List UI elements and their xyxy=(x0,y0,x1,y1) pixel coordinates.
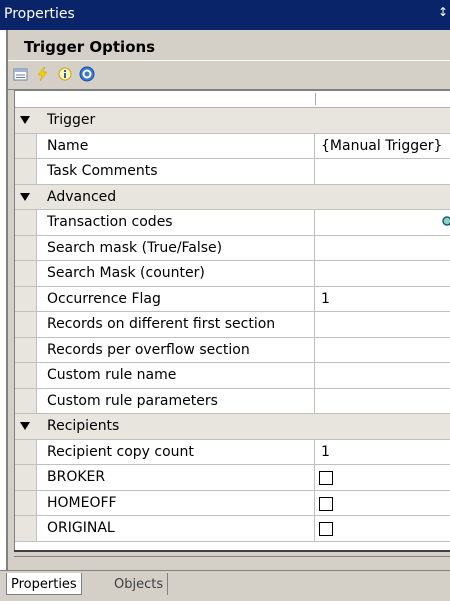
info-icon[interactable] xyxy=(56,65,74,83)
row-gutter xyxy=(15,133,37,158)
property-grid: Trigger Name {Manual Trigger} Task Comments… xyxy=(14,90,450,551)
row-gutter xyxy=(15,261,37,286)
property-label: Recipient copy count xyxy=(47,443,194,460)
row-gutter xyxy=(15,210,37,235)
row-gutter xyxy=(15,337,37,362)
row-gutter xyxy=(15,439,37,464)
property-row[interactable]: BROKER xyxy=(15,465,450,491)
window-title: Properties xyxy=(4,6,75,22)
property-label: HOMEOFF xyxy=(47,494,117,511)
search-icon[interactable] xyxy=(441,215,450,233)
collapse-triangle-icon[interactable] xyxy=(20,192,30,201)
property-row[interactable]: Records on different first section xyxy=(15,312,450,338)
property-row[interactable]: Records per overflow section xyxy=(15,337,450,363)
property-label: Name xyxy=(47,137,89,154)
panel-title: Trigger Options xyxy=(24,38,156,56)
property-row[interactable]: HOMEOFF xyxy=(15,490,450,516)
property-row[interactable]: Search mask (True/False) xyxy=(15,235,450,261)
help-icon[interactable] xyxy=(78,65,96,83)
property-value[interactable]: 1 xyxy=(321,291,330,307)
property-row[interactable]: Search Mask (counter) xyxy=(15,261,450,287)
checkbox[interactable] xyxy=(319,471,333,485)
properties-panel: Trigger Options Trigger Name {Manual Trigg… xyxy=(6,30,450,570)
row-gutter xyxy=(15,465,37,490)
property-label: Custom rule name xyxy=(47,367,177,383)
property-row[interactable]: Transaction codes xyxy=(15,210,450,236)
row-gutter xyxy=(15,490,37,515)
property-label: Records per overflow section xyxy=(47,341,250,358)
property-row[interactable]: Occurrence Flag 1 xyxy=(15,286,450,312)
row-gutter xyxy=(15,235,37,260)
property-label: Records on different first section xyxy=(47,316,276,332)
toolbar xyxy=(8,60,450,90)
property-row[interactable]: Name {Manual Trigger} xyxy=(15,133,450,159)
row-gutter xyxy=(15,363,37,388)
pin-icon[interactable]: ↕ xyxy=(438,5,448,19)
grid-header xyxy=(15,91,450,108)
grid-bottom-border xyxy=(14,550,450,557)
property-label: Occurrence Flag xyxy=(47,290,161,307)
property-row[interactable]: ORIGINAL xyxy=(15,516,450,542)
categorized-icon[interactable] xyxy=(12,65,30,83)
property-label: Custom rule parameters xyxy=(47,392,218,409)
property-row[interactable]: Task Comments xyxy=(15,159,450,185)
property-label: Search mask (True/False) xyxy=(47,239,223,256)
property-row[interactable]: Recipient copy count 1 xyxy=(15,439,450,465)
category-label: Advanced xyxy=(47,188,117,205)
property-row[interactable]: Custom rule name xyxy=(15,363,450,389)
panel-tabs: Properties Objects xyxy=(0,570,450,601)
row-gutter xyxy=(15,159,37,184)
row-gutter xyxy=(15,286,37,311)
category-label: Recipients xyxy=(47,418,120,434)
row-gutter xyxy=(15,312,37,337)
collapse-triangle-icon[interactable] xyxy=(20,116,30,124)
property-value[interactable]: {Manual Trigger} xyxy=(321,138,442,154)
property-row[interactable]: Custom rule parameters xyxy=(15,388,450,414)
checkbox[interactable] xyxy=(319,522,333,536)
property-label: Transaction codes xyxy=(47,214,173,230)
tab-properties[interactable]: Properties xyxy=(6,573,82,595)
checkbox[interactable] xyxy=(319,496,333,511)
category-row[interactable]: Trigger xyxy=(15,108,450,134)
row-gutter xyxy=(15,516,37,541)
property-label: Search Mask (counter) xyxy=(47,265,205,281)
category-label: Trigger xyxy=(47,112,96,128)
row-gutter xyxy=(15,388,37,413)
category-row[interactable]: Recipients xyxy=(15,414,450,440)
category-row[interactable]: Advanced xyxy=(15,184,450,210)
property-label: Task Comments xyxy=(47,163,158,179)
tab-objects[interactable]: Objects xyxy=(110,573,169,595)
lightning-icon[interactable] xyxy=(34,65,52,83)
property-value[interactable]: 1 xyxy=(321,444,330,460)
window-titlebar: Properties ↕ xyxy=(0,0,450,30)
collapse-triangle-icon[interactable] xyxy=(20,422,30,430)
property-label: BROKER xyxy=(47,469,106,485)
property-label: ORIGINAL xyxy=(47,520,115,536)
